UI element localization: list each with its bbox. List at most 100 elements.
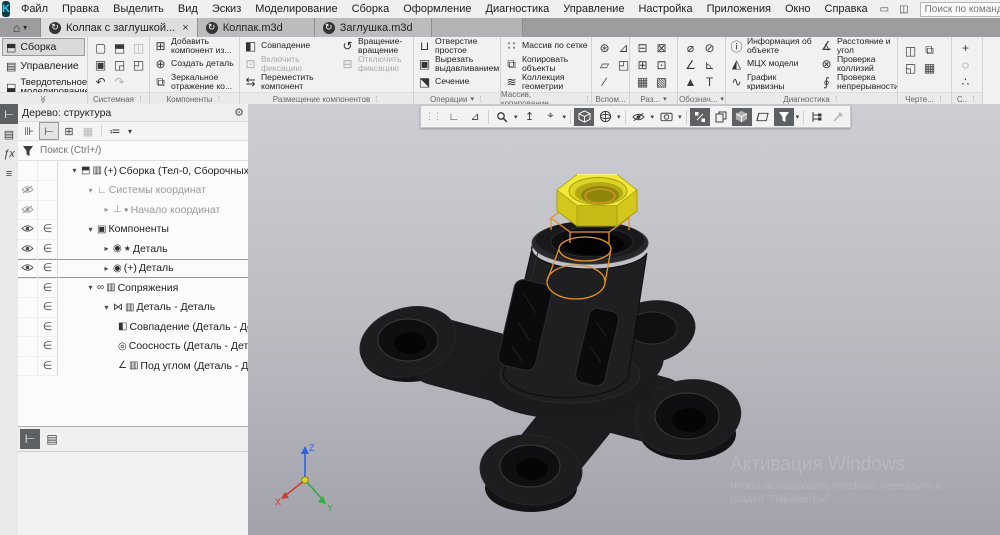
create-part-button[interactable]: ⊕ Создать деталь: [150, 55, 239, 73]
command-search-input[interactable]: [920, 2, 1000, 17]
simple-hole-button[interactable]: ⊔ Отверстие простое: [414, 37, 500, 55]
mode-assembly-button[interactable]: ⬒ Сборка: [2, 38, 85, 56]
redo-icon[interactable]: ↷: [110, 73, 129, 90]
expand-arrow-icon[interactable]: ▾: [86, 283, 95, 292]
disable-fixation-button[interactable]: ⊟ Отключить фиксацию: [337, 55, 413, 73]
drawing-fragment-icon[interactable]: ◱: [901, 59, 920, 76]
tree-row-part-fixed[interactable]: ∈ ▸ ◉ ★ Деталь: [18, 239, 248, 259]
section-cut-button[interactable]: ⬔ Сечение: [414, 73, 500, 91]
panel-parameters-button[interactable]: ▤: [0, 124, 18, 144]
eye-off-icon[interactable]: [21, 205, 34, 214]
menu-file[interactable]: Файл: [14, 3, 55, 15]
save-icon[interactable]: ◫: [129, 39, 148, 56]
tab-assembly-document[interactable]: ↻ Колпак с заглушкой... ×: [41, 18, 198, 37]
eye-off-icon[interactable]: [21, 185, 34, 194]
menu-select[interactable]: Выделить: [106, 3, 171, 15]
viewport-3d[interactable]: ⋮⋮ ∟ ⊿ ▾ ↥ ⌖ ▾ ▾ ▾: [248, 104, 1000, 535]
designation-slash-icon[interactable]: ⊘: [700, 39, 719, 56]
dim-linear-icon[interactable]: ⊟: [633, 39, 652, 56]
aux-plane-icon[interactable]: ▱: [595, 56, 614, 73]
cut-extrude-button[interactable]: ▣ Вырезать выдавливанием: [414, 55, 500, 73]
plug-part[interactable]: [557, 175, 637, 227]
dim-diametral-icon[interactable]: ⊡: [652, 56, 671, 73]
bottom-tab-list-button[interactable]: ▤: [42, 429, 62, 449]
aux-spline-icon[interactable]: ∕: [595, 73, 614, 90]
menu-window[interactable]: Окно: [778, 3, 818, 15]
designation-mark-icon[interactable]: ▲: [681, 73, 700, 90]
expand-arrow-icon[interactable]: ▾: [86, 225, 95, 234]
gear-icon[interactable]: ⚙: [234, 106, 244, 119]
home-tab-button[interactable]: ⌂ ▾: [0, 18, 41, 37]
menu-settings[interactable]: Настройка: [631, 3, 699, 15]
designation-base-icon[interactable]: ⊾: [700, 56, 719, 73]
eye-icon[interactable]: [21, 224, 34, 233]
tree-search-input[interactable]: [38, 144, 212, 157]
panel-variables-button[interactable]: ƒx: [0, 144, 18, 164]
expand-arrow-icon[interactable]: ▾: [70, 166, 79, 175]
menu-management[interactable]: Управление: [556, 3, 631, 15]
expand-arrow-icon[interactable]: ▸: [102, 244, 111, 253]
include-mark-icon[interactable]: ∈: [43, 242, 53, 255]
enable-fixation-button[interactable]: ⊡ Включить фиксацию: [240, 55, 337, 73]
tree-row-coordinate-systems[interactable]: ▾ ∟ Системы координат: [18, 181, 248, 201]
copy-objects-button[interactable]: ⧉ Копировать объекты: [501, 55, 591, 73]
section-dropdown-icon[interactable]: ▾: [720, 95, 724, 103]
drawing-views-icon[interactable]: ◫: [901, 42, 920, 59]
mode-solid-modeling-button[interactable]: ⬓ Твердотельное моделирование: [2, 76, 85, 92]
dim-angular-icon[interactable]: ⊠: [652, 39, 671, 56]
bottom-tab-tree-button[interactable]: ⊢: [20, 429, 40, 449]
cap-part[interactable]: [352, 221, 746, 512]
include-mark-icon[interactable]: ∈: [43, 359, 53, 372]
coincidence-mate-button[interactable]: ◧ Совпадение: [240, 37, 337, 55]
menu-help[interactable]: Справка: [818, 3, 875, 15]
print-icon[interactable]: ▣: [91, 56, 110, 73]
aux-axis-icon[interactable]: ⊿: [614, 39, 630, 56]
filter-icon[interactable]: [22, 145, 34, 157]
tree-row-coincidence-mate[interactable]: ∈ ◧ Совпадение (Деталь - Деталь): [18, 317, 248, 337]
tree-row-part-selected[interactable]: ∈ ▸ ◉ (+)Деталь: [18, 259, 248, 279]
s-links-icon[interactable]: ∴: [956, 73, 975, 90]
dim-radial-icon[interactable]: ⊞: [633, 56, 652, 73]
tree-row-coaxial-mate[interactable]: ∈ ◎ Соосность (Деталь - Деталь): [18, 337, 248, 357]
tree-display-options-button[interactable]: ≔: [106, 123, 124, 139]
collision-check-button[interactable]: ⊗ Проверка коллизий: [816, 55, 897, 73]
new-document-icon[interactable]: ▢: [91, 39, 110, 56]
designation-text-icon[interactable]: T: [700, 73, 719, 90]
tree-display-dropdown-icon[interactable]: ▾: [125, 123, 135, 139]
preview-icon[interactable]: ◲: [110, 56, 129, 73]
curvature-graph-button[interactable]: ∿ График кривизны: [726, 73, 816, 91]
tree-structure-button[interactable]: ⊢: [39, 122, 59, 140]
tree-composition-button[interactable]: ⊪: [20, 123, 38, 139]
aux-point-icon[interactable]: ⊛: [595, 39, 614, 56]
tab-zaglushka-document[interactable]: ↻ Заглушка.m3d: [315, 18, 432, 37]
continuity-check-button[interactable]: ∮ Проверка непрерывности: [816, 73, 897, 91]
panel-tree-button[interactable]: ⊢: [0, 104, 18, 124]
menu-edit[interactable]: Правка: [55, 3, 106, 15]
include-mark-icon[interactable]: ∈: [43, 320, 53, 333]
section-dropdown-icon[interactable]: ▾: [663, 95, 667, 103]
expand-arrow-icon[interactable]: ▸: [102, 205, 111, 214]
save-as-icon[interactable]: ◰: [129, 56, 148, 73]
expand-arrow-icon[interactable]: ▾: [102, 303, 111, 312]
move-component-button[interactable]: ⇆ Переместить компонент: [240, 73, 337, 91]
menu-modeling[interactable]: Моделирование: [248, 3, 344, 15]
tree-grid-button[interactable]: ▦: [79, 123, 97, 139]
model-scene[interactable]: Z X Y: [248, 104, 1000, 535]
eye-icon[interactable]: [21, 263, 34, 272]
include-mark-icon[interactable]: ∈: [43, 261, 53, 274]
tree-row-origin[interactable]: ▸ ⊥ ● Начало координат: [18, 200, 248, 220]
geometry-collection-button[interactable]: ≋ Коллекция геометрии: [501, 73, 591, 91]
menu-drawing[interactable]: Оформление: [396, 3, 478, 15]
undo-icon[interactable]: ↶: [91, 73, 110, 90]
tree-add-button[interactable]: ⊞: [60, 123, 78, 139]
include-mark-icon[interactable]: ∈: [43, 339, 53, 352]
object-info-button[interactable]: ⓘ Информация об объекте: [726, 37, 816, 55]
tree-row-components[interactable]: ∈ ▾ ▣ Компоненты: [18, 220, 248, 240]
open-document-icon[interactable]: ⬒: [110, 39, 129, 56]
mass-properties-button[interactable]: ◭ МЦХ модели: [726, 55, 816, 73]
eye-icon[interactable]: [21, 244, 34, 253]
panel-menu-button[interactable]: ≡: [0, 164, 18, 184]
rotation-rotation-mate-button[interactable]: ↺ Вращение- вращение: [337, 37, 413, 55]
grid-pattern-button[interactable]: ∷ Массив по сетке: [501, 37, 591, 55]
drawing-sheet-icon[interactable]: ⧉: [920, 42, 939, 59]
